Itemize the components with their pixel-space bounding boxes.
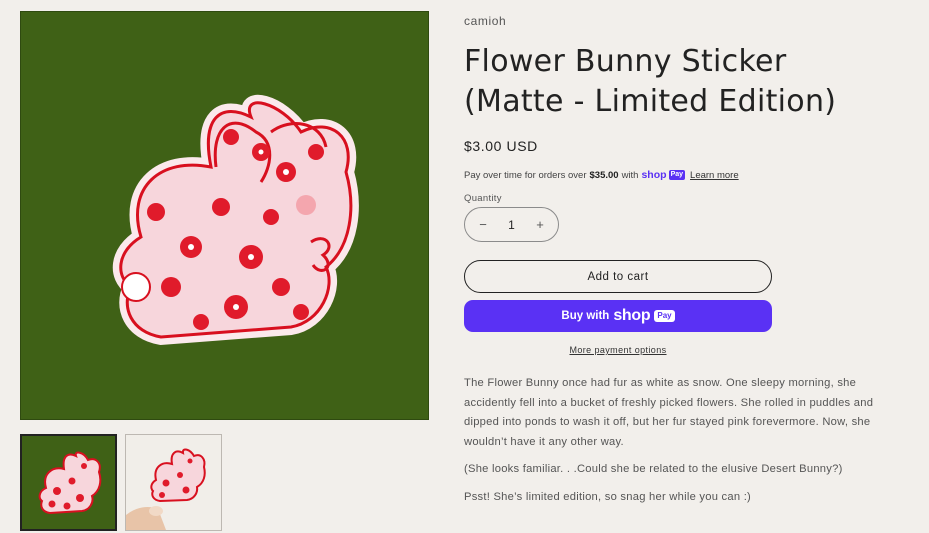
thumbnail-2[interactable] <box>125 434 222 531</box>
product-gallery <box>20 11 429 531</box>
installments-with: with <box>621 169 639 181</box>
thumbnail-strip <box>20 434 222 531</box>
installments-prefix: Pay over time for orders over <box>464 169 587 181</box>
more-payment-options-link[interactable]: More payment options <box>464 345 772 355</box>
description-paragraph: The Flower Bunny once had fur as white a… <box>464 377 874 448</box>
increase-quantity-button[interactable]: + <box>532 217 548 232</box>
decrease-quantity-button[interactable]: − <box>475 217 491 232</box>
buy-pay-badge: Pay <box>654 310 675 322</box>
buy-shop-wordmark: shop <box>613 307 651 324</box>
quantity-label: Quantity <box>464 193 502 204</box>
main-product-image[interactable] <box>20 11 429 420</box>
add-to-cart-button[interactable]: Add to cart <box>464 260 772 293</box>
product-price: $3.00 USD <box>464 138 538 154</box>
learn-more-link[interactable]: Learn more <box>690 170 739 181</box>
thumbnail-bunny-image <box>38 451 102 515</box>
shop-pay-wordmark: shop <box>641 169 667 181</box>
buy-with-label: Buy with <box>561 310 610 322</box>
quantity-input[interactable]: 1 <box>508 218 515 232</box>
vendor-name: camioh <box>464 14 507 28</box>
description-paragraph: (She looks familiar. . .Could she be rel… <box>464 463 843 475</box>
thumbnail-hand-image <box>126 448 206 530</box>
shop-pay-logo: shop Pay <box>641 169 686 181</box>
description-paragraph: Psst! She’s limited edition, so snag her… <box>464 490 752 503</box>
product-title: Flower Bunny Sticker (Matte - Limited Ed… <box>464 44 837 119</box>
product-description: The Flower Bunny once had fur as white a… <box>464 374 884 515</box>
thumbnail-1[interactable] <box>20 434 117 531</box>
shop-pay-badge: Pay <box>668 170 686 180</box>
installments-message: Pay over time for orders over $35.00 wit… <box>464 169 739 181</box>
installments-amount: $35.00 <box>589 169 619 181</box>
bunny-sticker-illustration <box>112 94 359 346</box>
buy-with-shop-pay-button[interactable]: Buy with shop Pay <box>464 300 772 332</box>
quantity-stepper: − 1 + <box>464 207 559 242</box>
